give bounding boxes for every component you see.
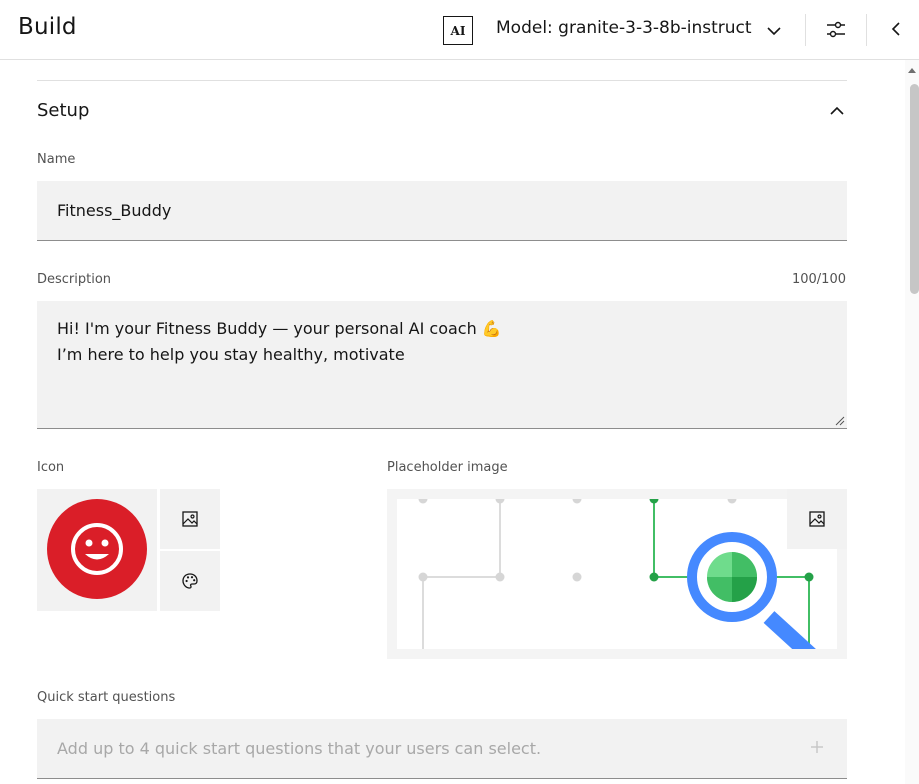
upload-icon-image-button[interactable] bbox=[160, 489, 220, 549]
choose-icon-color-button[interactable] bbox=[160, 551, 220, 611]
quick-start-placeholder: Add up to 4 quick start questions that y… bbox=[57, 739, 542, 758]
image-icon bbox=[809, 511, 825, 527]
icon-preview bbox=[37, 489, 157, 611]
chevron-up-icon[interactable] bbox=[828, 102, 846, 120]
name-label: Name bbox=[37, 152, 76, 167]
header: Build AI Model: granite-3-3-8b-instruct bbox=[0, 0, 919, 60]
ai-badge: AI bbox=[443, 16, 473, 45]
header-divider bbox=[866, 14, 867, 46]
section-divider bbox=[37, 80, 847, 81]
placeholder-illustration bbox=[397, 499, 837, 649]
name-input[interactable]: Fitness_Buddy bbox=[37, 181, 847, 241]
scrollbar-thumb[interactable] bbox=[910, 84, 919, 294]
placeholder-image-frame bbox=[387, 489, 847, 659]
page-title: Build bbox=[18, 14, 77, 40]
image-icon bbox=[182, 511, 198, 527]
upload-placeholder-image-button[interactable] bbox=[787, 489, 847, 549]
description-char-counter: 100/100 bbox=[791, 272, 846, 287]
quick-start-label: Quick start questions bbox=[37, 690, 176, 705]
settings-sliders-icon[interactable] bbox=[825, 19, 847, 41]
header-divider bbox=[805, 14, 806, 46]
setup-section-title[interactable]: Setup bbox=[37, 100, 89, 121]
palette-icon bbox=[182, 573, 198, 589]
placeholder-image-label: Placeholder image bbox=[387, 460, 508, 475]
description-label: Description bbox=[37, 272, 112, 287]
name-value: Fitness_Buddy bbox=[57, 201, 172, 220]
resize-handle-icon[interactable] bbox=[835, 416, 845, 426]
model-selector-label[interactable]: Model: granite-3-3-8b-instruct bbox=[496, 18, 752, 38]
quick-start-input[interactable]: Add up to 4 quick start questions that y… bbox=[37, 719, 847, 779]
network-search-illustration bbox=[418, 499, 816, 649]
chevron-left-icon[interactable] bbox=[886, 19, 906, 39]
avatar bbox=[47, 499, 147, 599]
description-value: Hi! I'm your Fitness Buddy — your person… bbox=[57, 319, 502, 364]
smiley-icon bbox=[71, 523, 123, 575]
add-icon[interactable] bbox=[808, 738, 826, 756]
chevron-down-icon[interactable] bbox=[764, 21, 784, 41]
description-textarea[interactable]: Hi! I'm your Fitness Buddy — your person… bbox=[37, 301, 847, 429]
icon-label: Icon bbox=[37, 460, 65, 475]
scroll-up-arrow-icon[interactable] bbox=[908, 67, 916, 73]
